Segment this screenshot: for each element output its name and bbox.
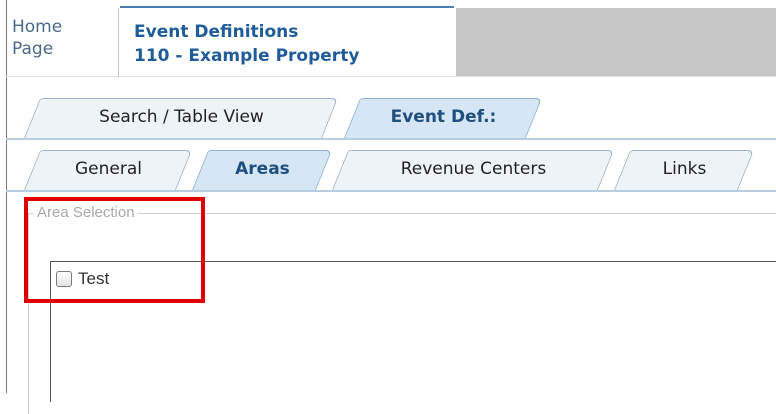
area-list[interactable] (50, 261, 776, 402)
tab-areas[interactable]: Areas (192, 150, 333, 190)
home-label-line1: Home (12, 17, 63, 37)
tab-general[interactable]: General (24, 150, 193, 190)
tab-revenue-centers[interactable]: Revenue Centers (332, 150, 615, 190)
sub-tab-baseline (6, 190, 776, 192)
sub-tab-bar: General Areas Revenue Centers Links (0, 150, 776, 190)
tab-label: Revenue Centers (400, 159, 547, 179)
area-item-label: Test (78, 269, 110, 288)
page-title: Event Definitions (134, 22, 299, 42)
header-divider-bottom (6, 76, 776, 77)
area-checkbox[interactable] (56, 271, 72, 287)
tab-label: Links (662, 159, 707, 179)
tab-label: Event Def.: (390, 107, 497, 127)
tab-event-def[interactable]: Event Def.: (344, 98, 543, 138)
home-page-link[interactable]: Home Page (12, 16, 112, 76)
area-item-test[interactable]: Test (56, 266, 109, 292)
header-empty-area (456, 8, 776, 76)
tab-links[interactable]: Links (614, 150, 755, 190)
active-page-tab[interactable]: Event Definitions 110 - Example Property (120, 6, 454, 78)
area-selection-legend: Area Selection (34, 204, 138, 221)
tab-label: General (74, 159, 142, 179)
tab-label: Areas (235, 159, 290, 179)
tab-label: Search / Table View (99, 107, 264, 127)
main-tab-bar: Search / Table View Event Def.: (0, 98, 776, 138)
home-label-line2: Page (12, 39, 54, 59)
property-name: 110 - Example Property (134, 46, 360, 66)
tab-search-table-view[interactable]: Search / Table View (24, 98, 339, 138)
main-tab-baseline (6, 138, 776, 140)
header-divider (118, 8, 119, 78)
